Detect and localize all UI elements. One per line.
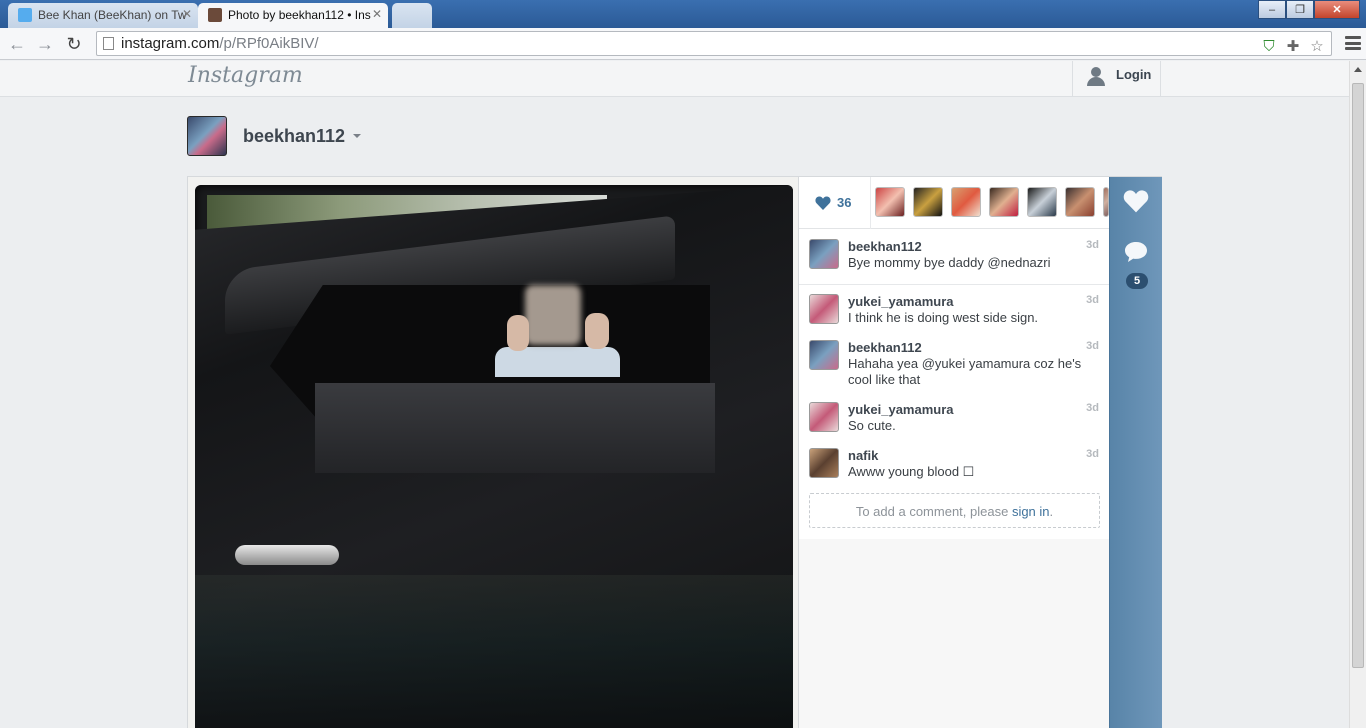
shield-extension-icon[interactable]: ⛉ [1259, 36, 1279, 56]
scroll-thumb[interactable] [1352, 83, 1364, 668]
liker-avatar[interactable] [913, 187, 943, 217]
instagram-logo[interactable]: Instagram [188, 63, 303, 88]
comment-avatar[interactable] [809, 239, 839, 269]
forward-icon[interactable]: → [34, 33, 56, 55]
likes-count: 36 [837, 195, 852, 210]
url-path: /p/RPf0AikBIV/ [219, 35, 319, 52]
tab-title: Photo by beekhan112 • Ins [228, 8, 371, 22]
comment-time: 3d [1086, 239, 1099, 251]
scroll-up-icon[interactable] [1354, 67, 1362, 72]
comment-username[interactable]: beekhan112 [848, 239, 922, 254]
sign-in-link[interactable]: sign in [1012, 504, 1050, 519]
comment-text: Hahaha yea @yukei yamamura coz he's cool… [848, 356, 1082, 387]
liker-avatar[interactable] [951, 187, 981, 217]
tab-instagram-photo[interactable]: Photo by beekhan112 • Ins ✕ [198, 3, 388, 28]
post-actions-bar: 5 [1109, 177, 1162, 728]
close-tab-icon[interactable]: ✕ [372, 7, 382, 21]
window-controls: – ❐ ✕ [1258, 0, 1360, 19]
liker-avatar[interactable] [875, 187, 905, 217]
comment-count-badge: 5 [1126, 273, 1148, 289]
tab-title: Bee Khan (BeeKhan) on Tw [38, 8, 187, 22]
owner-username[interactable]: beekhan112 [243, 126, 345, 147]
minimize-button[interactable]: – [1258, 0, 1286, 19]
comment-text: So cute. [848, 418, 896, 433]
comment-username[interactable]: nafik [848, 448, 878, 463]
chevron-down-icon[interactable] [353, 134, 361, 138]
browser-toolbar: ← → ↻ instagram.com/p/RPf0AikBIV/ ⛉ ✚ ☆ [0, 28, 1366, 60]
owner-avatar[interactable] [187, 116, 227, 156]
comment-avatar[interactable] [809, 402, 839, 432]
comment-time: 3d [1086, 402, 1099, 414]
comment-text: I think he is doing west side sign. [848, 310, 1039, 325]
post-frame: 36 beekhan112 3d Bye mommy bye daddy @ne… [187, 176, 1162, 728]
new-tab-button[interactable] [392, 3, 432, 28]
back-icon[interactable]: ← [6, 33, 28, 55]
comment-time: 3d [1086, 448, 1099, 460]
instagram-icon [208, 8, 222, 22]
comment-username[interactable]: yukei_yamamura [848, 294, 954, 309]
site-header: Instagram Login [0, 61, 1349, 97]
page-icon [103, 37, 114, 50]
comment-text: Awww young blood ☐ [848, 464, 975, 479]
comment-text: Bye mommy bye daddy @nednazri [848, 255, 1051, 270]
comment-time: 3d [1086, 340, 1099, 352]
user-icon [1086, 67, 1106, 87]
photo-container [188, 177, 799, 728]
comment-avatar[interactable] [809, 448, 839, 478]
post-photo [195, 185, 793, 728]
comment-time: 3d [1086, 294, 1099, 306]
tab-twitter[interactable]: Bee Khan (BeeKhan) on Tw ✕ [8, 3, 198, 28]
maximize-button[interactable]: ❐ [1286, 0, 1314, 19]
page-scrollbar[interactable] [1349, 61, 1366, 728]
browser-menu-icon[interactable] [1344, 34, 1362, 52]
comment-username[interactable]: yukei_yamamura [848, 402, 954, 417]
browser-titlebar: Bee Khan (BeeKhan) on Tw ✕ Photo by beek… [0, 0, 1366, 28]
add-comment-prompt: To add a comment, please sign in. [809, 493, 1100, 528]
add-comment-text: To add a comment, please [855, 504, 1012, 519]
liker-avatar[interactable] [1027, 187, 1057, 217]
close-window-button[interactable]: ✕ [1314, 0, 1360, 19]
liker-avatar[interactable] [1065, 187, 1095, 217]
likes-bar: 36 [799, 177, 1109, 229]
heart-icon [815, 196, 831, 210]
close-tab-icon[interactable]: ✕ [182, 7, 192, 21]
liker-avatar[interactable] [989, 187, 1019, 217]
bookmark-star-icon[interactable]: ☆ [1307, 36, 1327, 56]
address-bar[interactable]: instagram.com/p/RPf0AikBIV/ ⛉ ✚ ☆ [96, 31, 1332, 56]
puzzle-extension-icon[interactable]: ✚ [1283, 36, 1303, 56]
comments-divider [799, 284, 1109, 285]
reload-icon[interactable]: ↻ [63, 33, 85, 55]
add-comment-suffix: . [1049, 504, 1054, 519]
twitter-icon [18, 8, 32, 22]
url-domain: instagram.com [121, 35, 220, 52]
login-button[interactable]: Login [1072, 61, 1161, 97]
login-label: Login [1116, 67, 1152, 82]
comment-avatar[interactable] [809, 340, 839, 370]
comment-avatar[interactable] [809, 294, 839, 324]
post-sidebar: 36 beekhan112 3d Bye mommy bye daddy @ne… [799, 177, 1109, 728]
comment-username[interactable]: beekhan112 [848, 340, 922, 355]
likes-counter[interactable]: 36 [799, 177, 871, 229]
instagram-page: Instagram Login beekhan112 36 beekhan112… [0, 61, 1349, 728]
like-heart-icon[interactable] [1123, 189, 1149, 213]
comment-bubble-icon[interactable] [1124, 241, 1148, 263]
